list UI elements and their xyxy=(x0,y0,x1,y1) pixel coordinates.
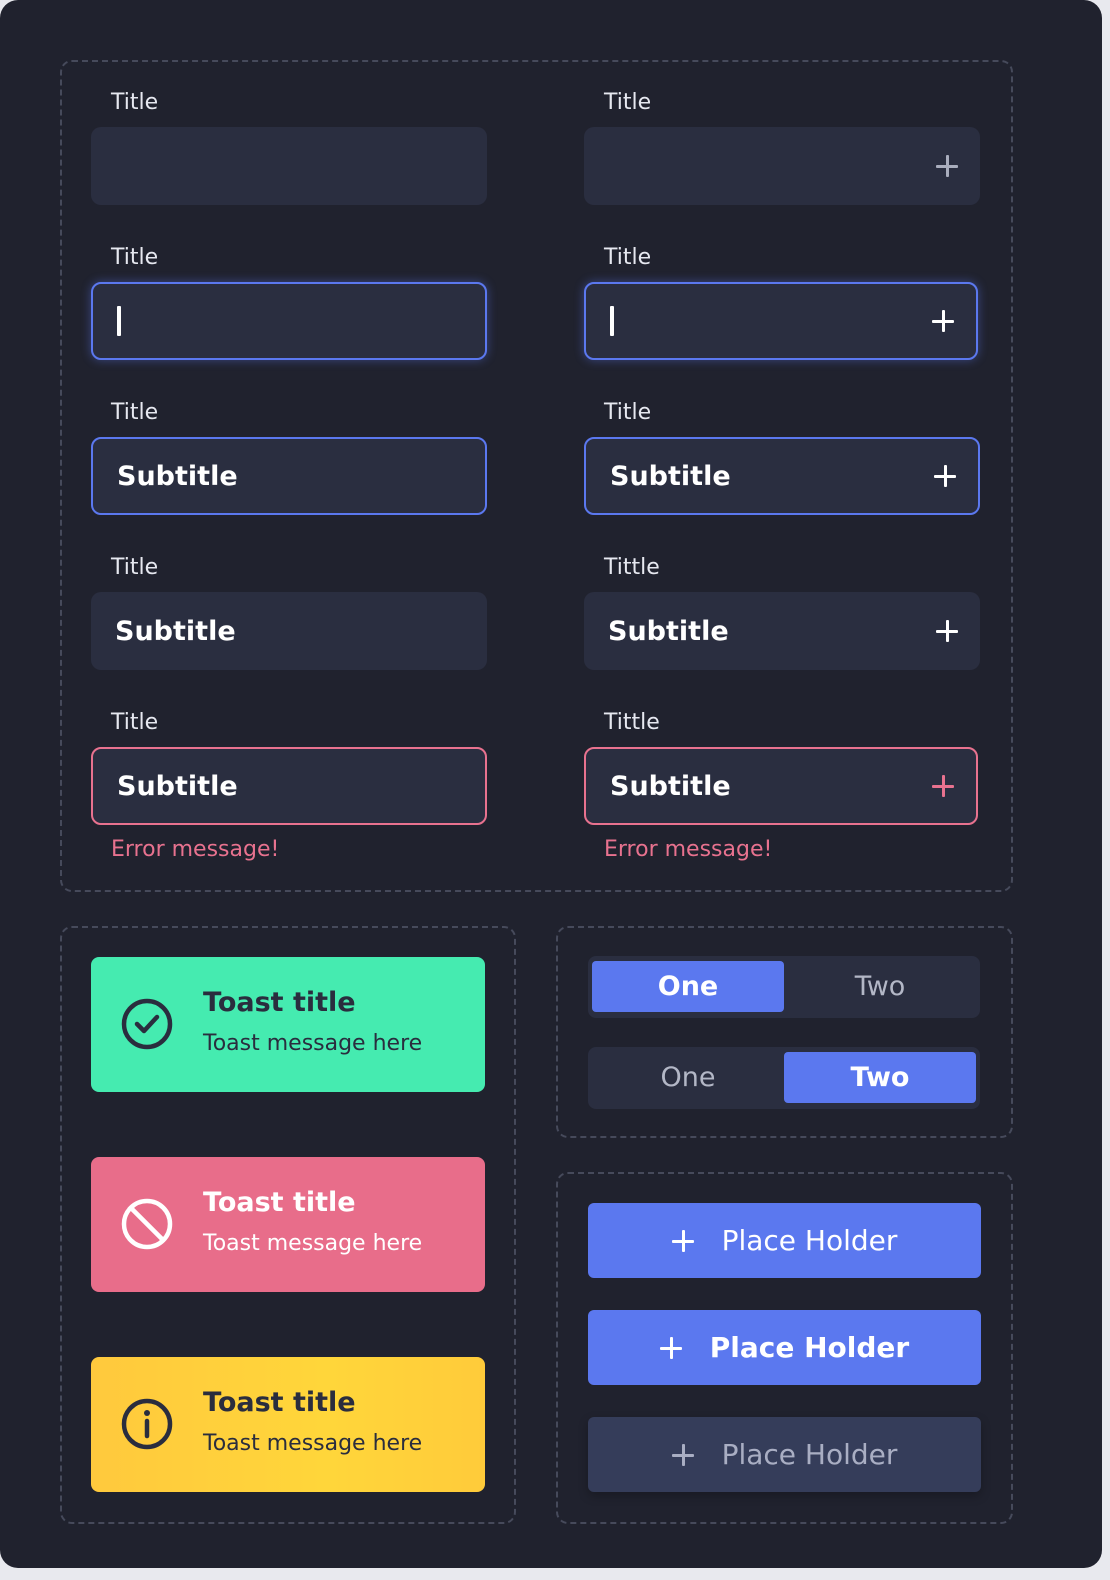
text-field-focused[interactable] xyxy=(91,282,487,360)
plus-icon[interactable] xyxy=(936,155,958,177)
field-value: Subtitle xyxy=(115,615,236,647)
field-label: Tittle xyxy=(604,555,660,580)
segmented-control: One Two xyxy=(588,1047,980,1109)
field-label: Title xyxy=(111,710,159,735)
plus-icon[interactable] xyxy=(932,775,954,797)
toast-message: Toast message here xyxy=(203,1431,423,1456)
plus-icon xyxy=(671,1229,694,1252)
plus-icon xyxy=(671,1443,694,1466)
toast-title: Toast title xyxy=(203,1387,356,1418)
text-field-filled-with-add[interactable]: Subtitle xyxy=(584,592,980,670)
text-field-active[interactable]: Subtitle xyxy=(91,437,487,515)
segment-option-two[interactable]: Two xyxy=(784,1052,976,1103)
segmented-control: One Two xyxy=(588,956,980,1018)
segment-option-one[interactable]: One xyxy=(592,1052,784,1103)
segment-option-one[interactable]: One xyxy=(592,961,784,1012)
field-label: Title xyxy=(111,555,159,580)
text-caret xyxy=(117,306,121,336)
segment-option-two[interactable]: Two xyxy=(784,961,976,1012)
plus-icon[interactable] xyxy=(936,620,958,642)
placeholder-button-disabled[interactable]: Place Holder xyxy=(588,1417,981,1492)
text-field-default-with-add[interactable] xyxy=(584,127,980,205)
info-icon xyxy=(121,1398,173,1450)
field-label: Title xyxy=(111,90,159,115)
components-canvas: Title Title Title Title Title Subtitle T… xyxy=(0,0,1102,1568)
field-value: Subtitle xyxy=(608,615,729,647)
text-field-focused-with-add[interactable] xyxy=(584,282,978,360)
toast-message: Toast message here xyxy=(203,1231,423,1256)
error-message: Error message! xyxy=(604,837,773,862)
plus-icon[interactable] xyxy=(932,310,954,332)
prohibited-icon xyxy=(121,1198,173,1250)
text-field-filled[interactable]: Subtitle xyxy=(91,592,487,670)
text-field-error[interactable]: Subtitle xyxy=(91,747,487,825)
field-label: Title xyxy=(604,400,652,425)
field-value: Subtitle xyxy=(610,770,731,802)
field-label: Title xyxy=(111,245,159,270)
field-value: Subtitle xyxy=(610,460,731,492)
field-label: Title xyxy=(604,90,652,115)
toast-error: Toast title Toast message here xyxy=(91,1157,485,1292)
plus-icon[interactable] xyxy=(934,465,956,487)
toast-message: Toast message here xyxy=(203,1031,423,1056)
button-label: Place Holder xyxy=(721,1224,898,1257)
plus-icon xyxy=(659,1336,682,1359)
check-circle-icon xyxy=(121,998,173,1050)
field-value: Subtitle xyxy=(117,770,238,802)
text-caret xyxy=(610,306,614,336)
field-label: Tittle xyxy=(604,710,660,735)
placeholder-button-hover[interactable]: Place Holder xyxy=(588,1310,981,1385)
text-field-default[interactable] xyxy=(91,127,487,205)
button-label: Place Holder xyxy=(721,1438,898,1471)
toast-title: Toast title xyxy=(203,987,356,1018)
toast-success: Toast title Toast message here xyxy=(91,957,485,1092)
toast-title: Toast title xyxy=(203,1187,356,1218)
field-value: Subtitle xyxy=(117,460,238,492)
field-label: Title xyxy=(604,245,652,270)
button-label: Place Holder xyxy=(709,1331,910,1364)
toast-warning: Toast title Toast message here xyxy=(91,1357,485,1492)
error-message: Error message! xyxy=(111,837,280,862)
text-field-error-with-add[interactable]: Subtitle xyxy=(584,747,978,825)
field-label: Title xyxy=(111,400,159,425)
placeholder-button[interactable]: Place Holder xyxy=(588,1203,981,1278)
text-field-active-with-add[interactable]: Subtitle xyxy=(584,437,980,515)
